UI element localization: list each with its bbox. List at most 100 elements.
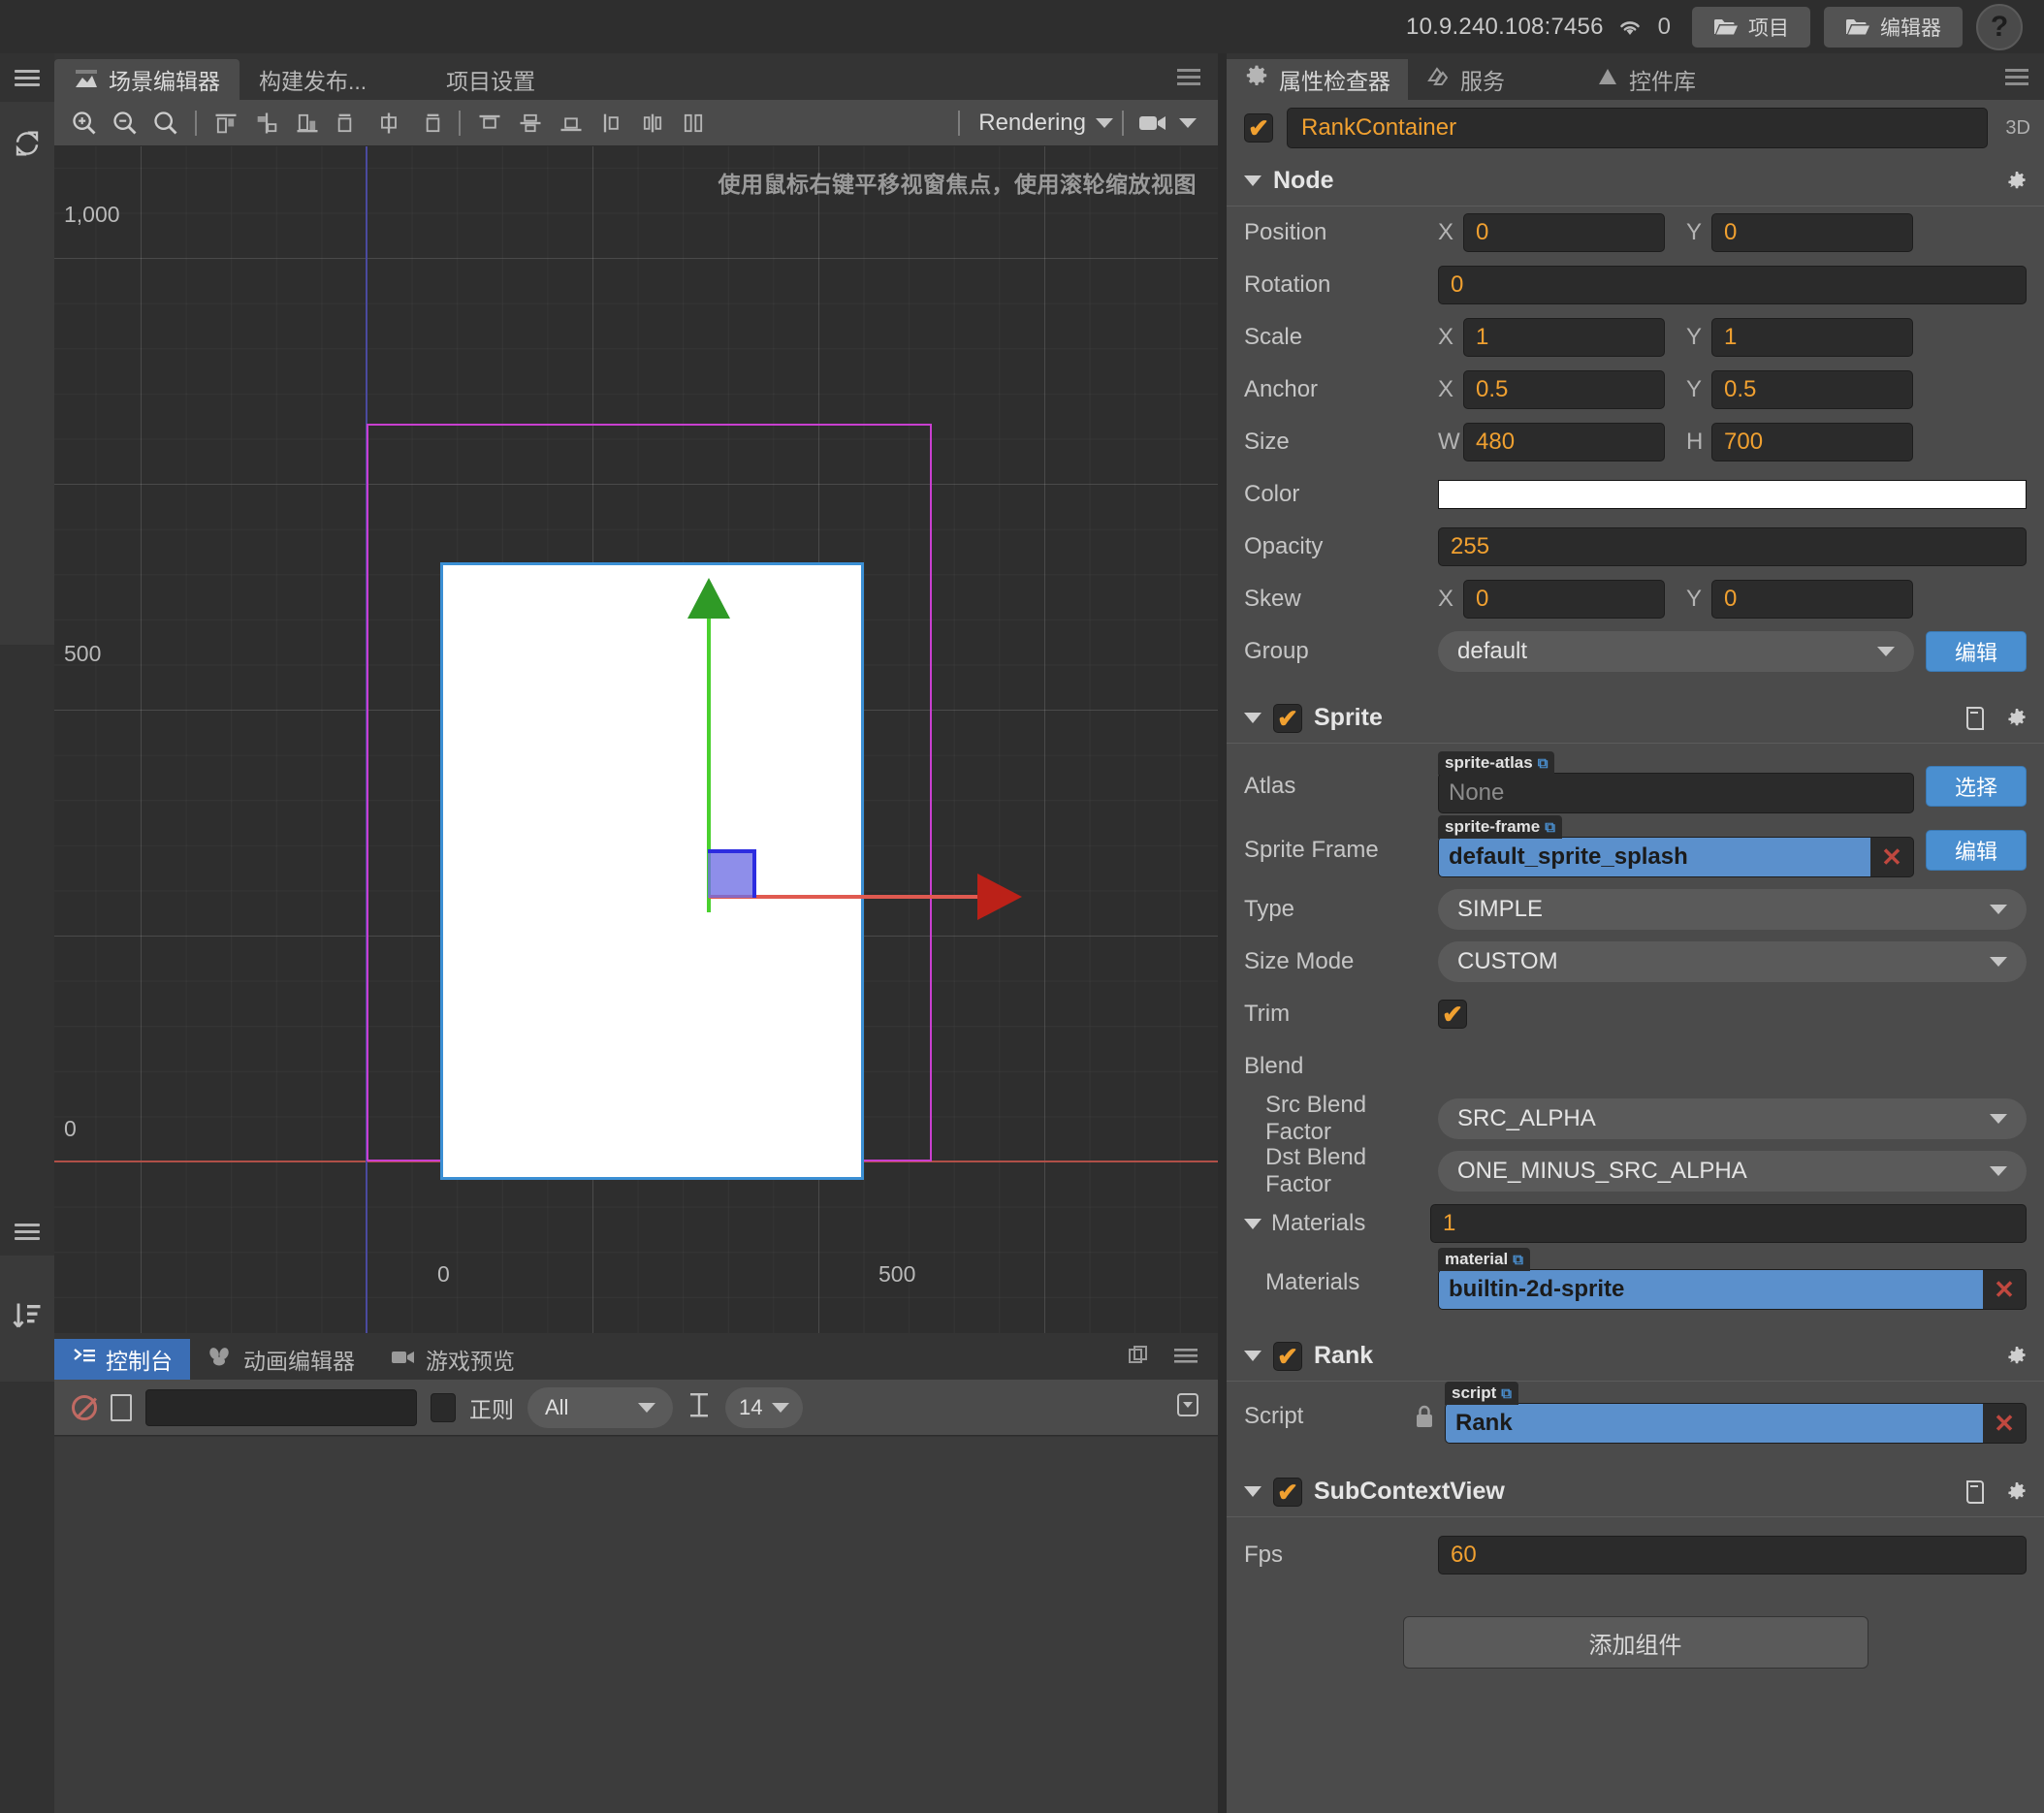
log-level-dropdown[interactable]: All [527, 1386, 673, 1428]
tab-console[interactable]: 控制台 [54, 1339, 190, 1380]
popout-icon[interactable] [1127, 1344, 1150, 1372]
fps-input[interactable]: 60 [1438, 1536, 2027, 1574]
align-right-icon[interactable] [287, 104, 328, 143]
tab-services[interactable]: 服务 [1408, 59, 1522, 100]
gizmo-plane-handle[interactable] [708, 849, 756, 898]
size-mode-dropdown[interactable]: CUSTOM [1438, 941, 2027, 982]
sprite-frame-edit-button[interactable]: 编辑 [1926, 830, 2027, 871]
chevron-down-icon[interactable] [1096, 117, 1113, 128]
camera-icon[interactable] [1133, 104, 1173, 143]
node-enabled-checkbox[interactable]: ✔ [1244, 113, 1273, 143]
text-size-icon[interactable] [687, 1390, 712, 1424]
anchor-y-input[interactable]: 0.5 [1711, 370, 1913, 409]
console-menu-button[interactable] [1173, 1346, 1198, 1370]
help-button[interactable]: ? [1976, 3, 2023, 50]
tab-inspector[interactable]: 属性检查器 [1227, 59, 1408, 100]
scale-x-input[interactable]: 1 [1463, 318, 1665, 357]
chevron-down-icon[interactable] [1179, 117, 1197, 128]
material-remove-button[interactable]: ✕ [1983, 1270, 2026, 1309]
materials-count-input[interactable]: 1 [1430, 1204, 2027, 1243]
gizmo-y-arrow-icon[interactable] [687, 578, 730, 619]
help-doc-icon[interactable] [1964, 1479, 1986, 1505]
tab-widget-library[interactable]: 控件库 [1579, 59, 1713, 100]
align-bottom-icon[interactable] [551, 104, 591, 143]
chevron-down-icon[interactable] [1244, 1351, 1262, 1361]
sprite-frame-remove-button[interactable]: ✕ [1870, 838, 1913, 876]
add-component-button[interactable]: 添加组件 [1402, 1616, 1868, 1669]
scene-editor-menu-button[interactable] [1177, 65, 1200, 89]
gear-icon[interactable] [2005, 1345, 2028, 1368]
zoom-in-icon[interactable] [64, 104, 105, 143]
external-link-icon[interactable]: ⧉ [1538, 755, 1549, 772]
group-dropdown[interactable]: default [1438, 631, 1914, 672]
rank-enabled-checkbox[interactable]: ✔ [1273, 1341, 1302, 1371]
distribute-v-icon[interactable] [632, 104, 673, 143]
tab-project-settings[interactable]: 项目设置 [427, 59, 555, 100]
gizmo-x-arrow-icon[interactable] [977, 874, 1022, 920]
scale-y-input[interactable]: 1 [1711, 318, 1913, 357]
script-remove-button[interactable]: ✕ [1983, 1404, 2026, 1443]
left-rail-menu-lower[interactable] [0, 1207, 54, 1256]
material-field[interactable]: builtin-2d-sprite ✕ [1438, 1269, 2027, 1310]
node-name-field[interactable]: RankContainer [1287, 108, 1989, 148]
type-dropdown[interactable]: SIMPLE [1438, 889, 2027, 930]
opacity-input[interactable]: 255 [1438, 527, 2027, 566]
left-rail-menu-top[interactable] [0, 53, 54, 102]
src-blend-factor-dropdown[interactable]: SRC_ALPHA [1438, 1098, 2027, 1139]
inspector-menu-button[interactable] [2005, 65, 2028, 89]
gear-icon[interactable] [2005, 707, 2028, 730]
selected-node-bounds[interactable] [440, 562, 864, 1180]
chevron-down-icon[interactable] [1244, 1218, 1262, 1229]
tab-scene-editor[interactable]: 场景编辑器 [54, 59, 240, 100]
trim-checkbox[interactable]: ✔ [1438, 1000, 1467, 1029]
tab-game-preview[interactable]: 游戏预览 [372, 1339, 532, 1380]
font-size-dropdown[interactable]: 14 [725, 1386, 804, 1428]
distribute-h-icon[interactable] [591, 104, 632, 143]
tab-build-publish[interactable]: 构建发布... [240, 59, 386, 100]
help-doc-icon[interactable] [1964, 706, 1986, 731]
external-link-icon[interactable]: ⧉ [1545, 819, 1555, 836]
rendering-dropdown-label[interactable]: Rendering [978, 110, 1086, 137]
align-left-icon[interactable] [206, 104, 246, 143]
skew-x-input[interactable]: 0 [1463, 580, 1665, 619]
align-top-icon[interactable] [469, 104, 510, 143]
distribute-center-icon[interactable] [368, 104, 409, 143]
align-middle-icon[interactable] [510, 104, 551, 143]
file-icon[interactable] [111, 1393, 132, 1421]
subcontextview-enabled-checkbox[interactable]: ✔ [1273, 1477, 1302, 1507]
position-x-input[interactable]: 0 [1463, 213, 1665, 252]
regex-checkbox[interactable] [431, 1392, 456, 1422]
rotation-input[interactable]: 0 [1438, 266, 2027, 304]
size-h-input[interactable]: 700 [1711, 423, 1913, 461]
atlas-field[interactable]: None [1438, 773, 1914, 813]
console-search-input[interactable] [145, 1388, 417, 1426]
script-field[interactable]: Rank ✕ [1445, 1403, 2027, 1444]
anchor-x-input[interactable]: 0.5 [1463, 370, 1665, 409]
zoom-out-icon[interactable] [105, 104, 145, 143]
scene-canvas[interactable]: 使用鼠标右键平移视窗焦点，使用滚轮缩放视图 1,000 500 0 0 500 [54, 146, 1218, 1333]
auto-scroll-icon[interactable] [1175, 1391, 1200, 1423]
skew-y-input[interactable]: 0 [1711, 580, 1913, 619]
distribute-right-icon[interactable] [409, 104, 450, 143]
refresh-button[interactable] [0, 102, 54, 189]
chevron-down-icon[interactable] [1244, 713, 1262, 723]
chevron-down-icon[interactable] [1244, 1486, 1262, 1497]
tab-animation-editor[interactable]: 动画编辑器 [190, 1339, 372, 1380]
external-link-icon[interactable]: ⧉ [1513, 1252, 1523, 1268]
project-button[interactable]: 项目 [1692, 6, 1810, 48]
clear-icon[interactable] [72, 1394, 97, 1420]
gear-icon[interactable] [2005, 170, 2028, 193]
console-output-area[interactable] [54, 1436, 1218, 1813]
atlas-select-button[interactable]: 选择 [1926, 766, 2027, 807]
distribute-left-icon[interactable] [328, 104, 368, 143]
color-swatch[interactable] [1438, 480, 2027, 509]
sprite-frame-field[interactable]: default_sprite_splash ✕ [1438, 837, 1914, 877]
size-w-input[interactable]: 480 [1463, 423, 1665, 461]
sort-button[interactable] [0, 1256, 54, 1382]
position-y-input[interactable]: 0 [1711, 213, 1913, 252]
chevron-down-icon[interactable] [1244, 175, 1262, 186]
editor-button[interactable]: 编辑器 [1824, 6, 1963, 48]
align-center-h-icon[interactable] [246, 104, 287, 143]
gear-icon[interactable] [2005, 1480, 2028, 1504]
sprite-enabled-checkbox[interactable]: ✔ [1273, 703, 1302, 733]
